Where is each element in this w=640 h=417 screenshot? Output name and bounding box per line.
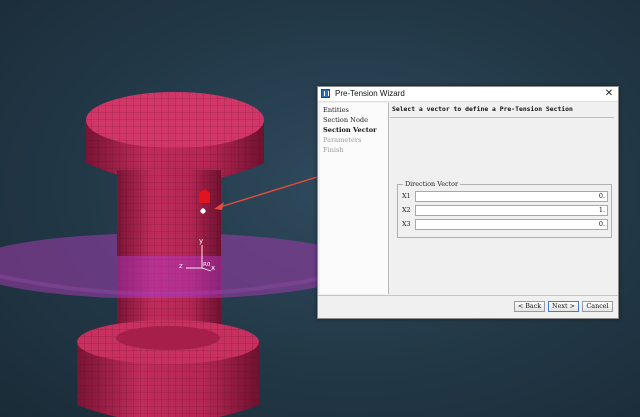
prompt-divider — [390, 117, 614, 118]
step-finish: Finish — [323, 146, 344, 154]
wizard-title: Pre-Tension Wizard — [335, 89, 405, 98]
direction-vector-legend: Direction Vector — [403, 180, 461, 189]
x3-label: X3 — [402, 220, 411, 228]
triad-z-label: z — [179, 262, 183, 270]
triad-x-label: x — [211, 264, 215, 272]
close-icon[interactable]: ✕ — [603, 88, 615, 100]
button-bar-divider — [318, 295, 618, 296]
x3-field[interactable]: 0. — [415, 219, 608, 230]
top-flange — [86, 92, 264, 183]
bottom-flange — [77, 320, 259, 417]
x1-label: X1 — [402, 192, 411, 200]
triad-origin-label: R0 — [203, 262, 211, 268]
triad-y-label: y — [199, 237, 203, 245]
wizard-steps-panel: Entities Section Node Section Vector Par… — [320, 103, 389, 294]
wizard-titlebar[interactable]: Pre-Tension Wizard ✕ — [318, 87, 618, 102]
step-section-node[interactable]: Section Node — [323, 116, 368, 125]
step-section-vector[interactable]: Section Vector — [323, 126, 377, 135]
step-prompt: Select a vector to define a Pre-Tension … — [392, 105, 573, 113]
pretension-wizard-dialog: Pre-Tension Wizard ✕ Entities Section No… — [317, 86, 619, 319]
direction-vector-group: Direction Vector X1 0. X2 1. X3 0. — [397, 180, 612, 238]
cancel-button[interactable]: Cancel — [582, 301, 613, 312]
annotation-arrow — [214, 173, 328, 210]
app-icon — [321, 89, 330, 98]
step-entities[interactable]: Entities — [323, 106, 349, 115]
x2-label: X2 — [402, 206, 411, 214]
step-parameters: Parameters — [323, 136, 362, 144]
wizard-content: Select a vector to define a Pre-Tension … — [390, 103, 616, 294]
back-button[interactable]: < Back — [514, 301, 545, 312]
x1-field[interactable]: 0. — [415, 191, 608, 202]
next-button[interactable]: Next > — [548, 301, 579, 312]
x2-field[interactable]: 1. — [415, 205, 608, 216]
